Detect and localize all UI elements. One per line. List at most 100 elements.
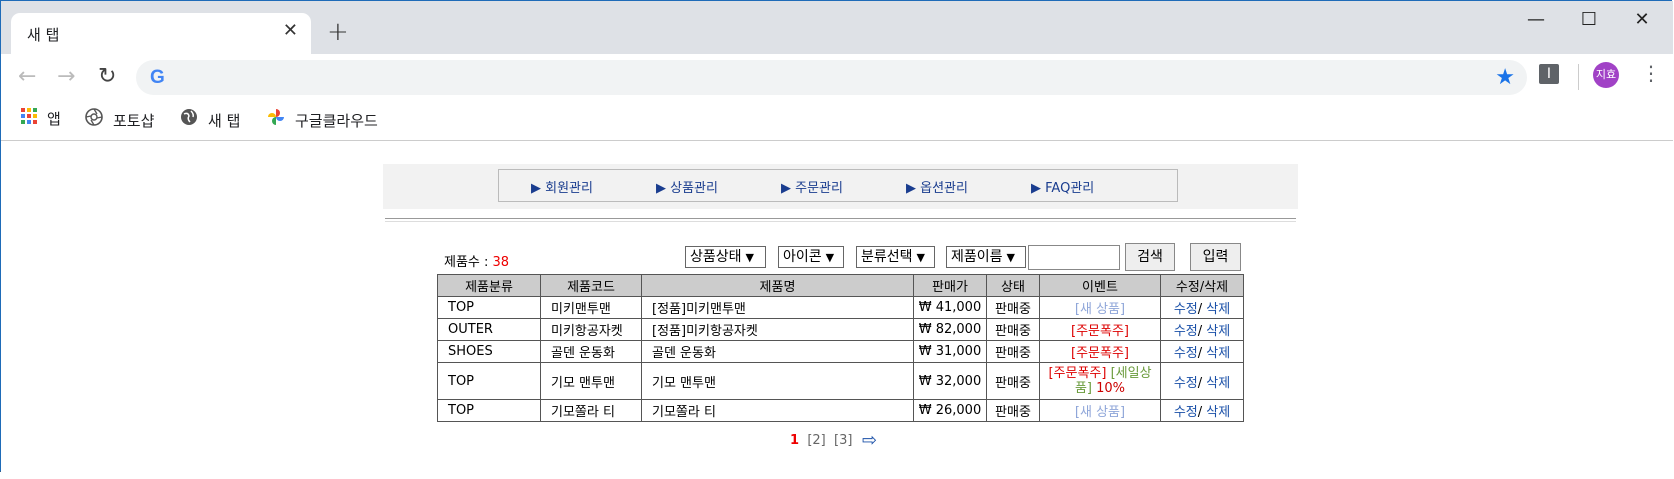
column-header: 수정/삭제 [1160,274,1244,297]
bookmark-label: 새 탭 [208,112,241,130]
bookmark-label: 포토샵 [113,112,155,130]
price-cell: ₩ 82,000 [913,318,987,341]
admin-menu: ▶ 회원관리 ▶ 상품관리 ▶ 주문관리 ▶ 옵션관리 ▶ FAQ관리 [498,169,1178,202]
status-select[interactable]: 상품상태 ▼ [685,246,766,268]
price-cell: ₩ 32,000 [913,362,987,400]
edit-link[interactable]: 수정 [1174,405,1198,420]
menu-option-admin[interactable]: ▶ 옵션관리 [906,177,968,196]
page-3-link[interactable]: [3] [834,433,852,448]
extension-icon[interactable]: I [1539,64,1559,84]
close-window-button[interactable]: ✕ [1619,9,1665,33]
category-select[interactable]: 분류선택 ▼ [856,246,935,268]
action-separator: / [1197,324,1203,339]
event-cell: [주문폭주] [1039,318,1161,341]
toolbar-divider [1578,64,1579,90]
bookmarks-bar: 앱 포토샵 새 탭 구글클라우드 [1,102,1673,141]
event-new-badge: [새 상품] [1074,405,1126,420]
action-cell: 수정/ 삭제 [1160,296,1244,319]
column-header: 상태 [986,274,1040,297]
menu-faq-admin[interactable]: ▶ FAQ관리 [1031,177,1094,196]
status-cell: 판매중 [986,362,1040,400]
bookmark-new-tab[interactable]: 새 탭 [180,108,240,131]
address-bar[interactable]: G ★ [136,60,1527,95]
bookmark-photoshop[interactable]: 포토샵 [85,108,154,131]
delete-link[interactable]: 삭제 [1206,324,1230,339]
column-header: 제품명 [641,274,914,297]
search-field-select-value: 제품이름 [951,249,1003,265]
aperture-icon [85,108,103,130]
icon-select[interactable]: 아이콘 ▼ [778,246,844,268]
globe-icon [180,108,198,130]
pinwheel-icon [267,108,285,130]
status-cell: 판매중 [986,399,1040,422]
next-page-arrow-icon[interactable]: ⇨ [862,430,877,451]
edit-link[interactable]: 수정 [1174,302,1198,317]
forward-arrow-icon[interactable]: → [57,66,75,88]
price-cell: ₩ 41,000 [913,296,987,319]
edit-link[interactable]: 수정 [1174,324,1198,339]
reload-icon[interactable]: ↻ [98,66,116,88]
bookmark-google-cloud[interactable]: 구글클라우드 [267,108,378,131]
delete-link[interactable]: 삭제 [1206,302,1230,317]
page-content: ▶ 회원관리 ▶ 상품관리 ▶ 주문관리 ▶ 옵션관리 ▶ FAQ관리 제품수 … [1,141,1673,473]
action-cell: 수정/ 삭제 [1160,362,1244,400]
search-button[interactable]: 검색 [1125,243,1175,271]
chevron-down-icon: ▼ [745,251,754,264]
action-separator: / [1197,405,1203,420]
back-arrow-icon[interactable]: ← [18,66,36,88]
browser-toolbar: ← → ↻ G ★ I 지효 ⋮ [1,54,1673,102]
menu-order-admin[interactable]: ▶ 주문관리 [781,177,843,196]
column-header: 제품분류 [437,274,541,297]
bookmark-star-icon[interactable]: ★ [1495,65,1515,90]
bookmark-label: 앱 [47,110,61,128]
delete-link[interactable]: 삭제 [1206,376,1230,391]
google-logo-icon: G [150,67,165,88]
edit-link[interactable]: 수정 [1174,346,1198,361]
action-separator: / [1197,302,1203,317]
status-cell: 판매중 [986,340,1040,363]
table-row: OUTER 미키항공자켓 [정품]미키항공자켓 ₩ 82,000 판매중 [주문… [437,318,1244,341]
chevron-down-icon: ▼ [825,251,835,264]
menu-member-admin[interactable]: ▶ 회원관리 [531,177,593,196]
search-input[interactable] [1028,245,1120,270]
action-cell: 수정/ 삭제 [1160,318,1244,341]
page-current: 1 [790,433,800,448]
product-count-label: 제품수 : [444,255,493,270]
category-cell: TOP [437,362,541,400]
delete-link[interactable]: 삭제 [1206,405,1230,420]
menu-product-admin[interactable]: ▶ 상품관리 [656,177,718,196]
event-cell: [새 상품] [1039,296,1161,319]
browser-menu-icon[interactable]: ⋮ [1641,63,1661,83]
event-hot-badge: [주문폭주] [1071,324,1129,339]
input-button[interactable]: 입력 [1190,243,1241,271]
table-header-row: 제품분류 제품코드 제품명 판매가 상태 이벤트 수정/삭제 [437,274,1244,297]
column-header: 제품코드 [540,274,642,297]
delete-link[interactable]: 삭제 [1206,346,1230,361]
chevron-down-icon: ▼ [1006,251,1015,264]
event-discount-rate: 10% [1096,381,1126,396]
edit-link[interactable]: 수정 [1174,376,1198,391]
category-cell: SHOES [437,340,541,363]
code-cell: 골덴 운동화 [540,340,642,363]
tab-close-icon[interactable]: ✕ [283,22,298,40]
browser-window: 새 탭 ✕ + — ☐ ✕ ← → ↻ G ★ I 지효 ⋮ 앱 포토샵 새 탭… [0,0,1673,473]
bookmark-apps[interactable]: 앱 [21,108,61,129]
event-cell: [주문폭주] [1039,340,1161,363]
page-2-link[interactable]: [2] [807,433,825,448]
price-cell: ₩ 31,000 [913,340,987,363]
minimize-button[interactable]: — [1513,9,1559,33]
search-field-select[interactable]: 제품이름 ▼ [946,246,1026,268]
name-cell: 골덴 운동화 [641,340,914,363]
product-table: 제품분류 제품코드 제품명 판매가 상태 이벤트 수정/삭제 TOP 미키맨투맨… [437,274,1244,422]
event-hot-badge: [주문폭주] [1071,346,1129,361]
code-cell: 기모쫄라 티 [540,399,642,422]
name-cell: 기모쫄라 티 [641,399,914,422]
new-tab-button[interactable]: + [327,19,349,45]
admin-menu-band: ▶ 회원관리 ▶ 상품관리 ▶ 주문관리 ▶ 옵션관리 ▶ FAQ관리 [383,164,1298,209]
category-select-value: 분류선택 [861,249,913,265]
browser-tab[interactable]: 새 탭 ✕ [11,13,311,54]
icon-select-value: 아이콘 [783,249,822,265]
profile-avatar[interactable]: 지효 [1593,62,1619,88]
event-new-badge: [새 상품] [1074,302,1126,317]
maximize-button[interactable]: ☐ [1566,9,1612,33]
